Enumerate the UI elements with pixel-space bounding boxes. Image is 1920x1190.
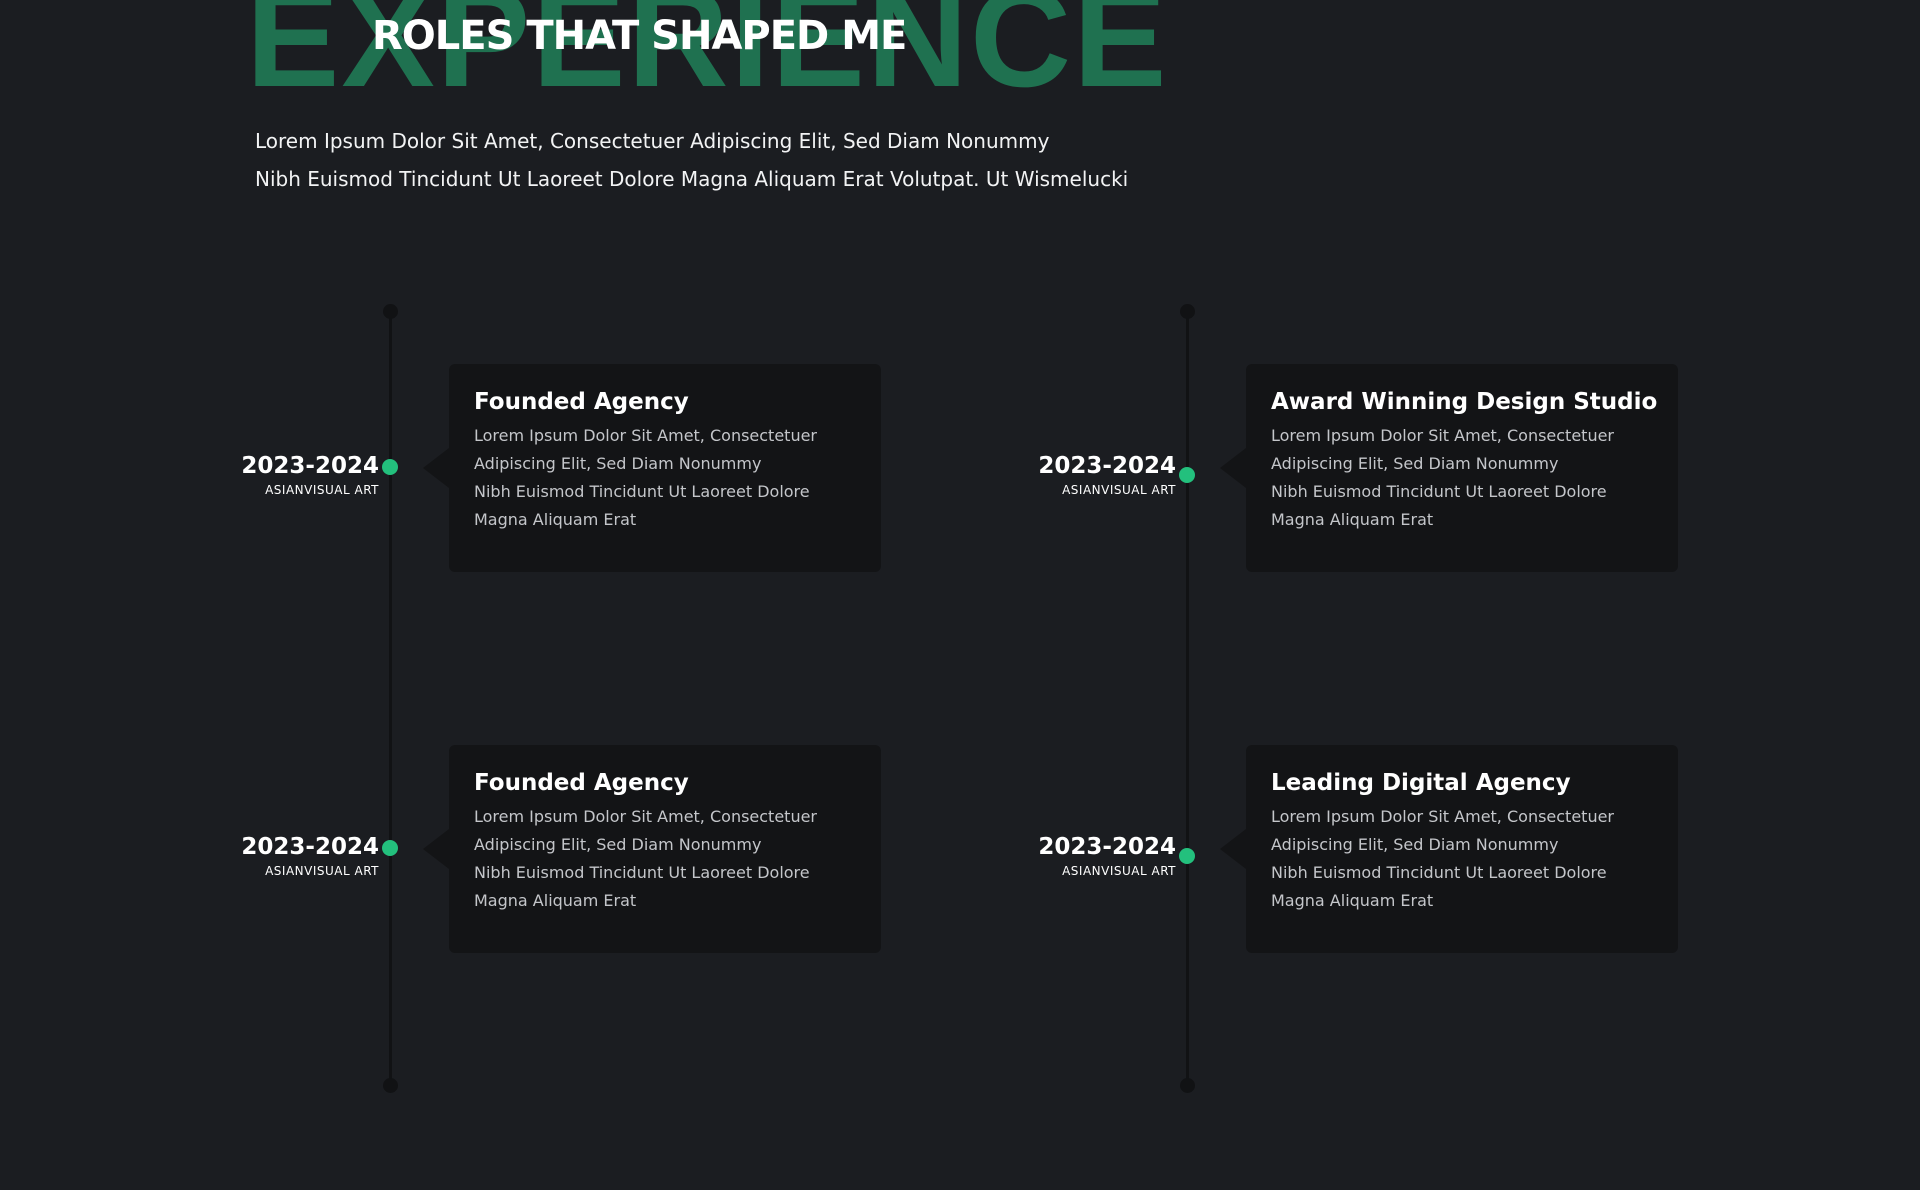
card-description-line: Magna Aliquam Erat bbox=[1271, 510, 1434, 529]
intro-paragraph: Lorem Ipsum Dolor Sit Amet, Consectetuer… bbox=[255, 122, 1355, 198]
entry-date: 2023-2024 ASIANVISUAL ART bbox=[241, 833, 379, 879]
entry-company: ASIANVISUAL ART bbox=[265, 483, 379, 497]
timeline-left: 2023-2024 ASIANVISUAL ART Founded Agency… bbox=[0, 302, 881, 1093]
timeline-right: 2023-2024 ASIANVISUAL ART Award Winning … bbox=[797, 302, 1678, 1093]
card-description-line: Nibh Euismod Tincidunt Ut Laoreet Dolore bbox=[1271, 863, 1607, 882]
experience-card: Leading Digital Agency Lorem Ipsum Dolor… bbox=[1220, 745, 1678, 953]
card-description-line: Magna Aliquam Erat bbox=[1271, 891, 1434, 910]
timeline-dot bbox=[382, 840, 398, 856]
entry-date: 2023-2024 ASIANVISUAL ART bbox=[1038, 452, 1176, 498]
timeline-axis-start bbox=[383, 304, 398, 319]
card-description-line: Adipiscing Elit, Sed Diam Nonummy bbox=[1271, 454, 1559, 473]
card-description: Lorem Ipsum Dolor Sit Amet, Consectetuer… bbox=[1271, 803, 1654, 915]
experience-card: Award Winning Design Studio Lorem Ipsum … bbox=[1220, 364, 1678, 572]
intro-line: Lorem Ipsum Dolor Sit Amet, Consectetuer… bbox=[255, 129, 1050, 153]
card-title: Award Winning Design Studio bbox=[1271, 389, 1658, 415]
timeline-entry: 2023-2024 ASIANVISUAL ART Founded Agency… bbox=[0, 364, 881, 572]
card-description: Lorem Ipsum Dolor Sit Amet, Consectetuer… bbox=[1271, 422, 1654, 534]
timeline-axis-end bbox=[383, 1078, 398, 1093]
entry-company: ASIANVISUAL ART bbox=[265, 864, 379, 878]
card-description-line: Lorem Ipsum Dolor Sit Amet, Consectetuer bbox=[1271, 426, 1615, 445]
card-description-line: Lorem Ipsum Dolor Sit Amet, Consectetuer bbox=[1271, 807, 1615, 826]
timeline-dot bbox=[1179, 467, 1195, 483]
timeline-entry: 2023-2024 ASIANVISUAL ART Award Winning … bbox=[797, 364, 1678, 572]
card-title: Leading Digital Agency bbox=[1271, 770, 1571, 796]
timeline-axis-start bbox=[1180, 304, 1195, 319]
experience-section: EXPERIENCE ROLES THAT SHAPED ME Lorem Ip… bbox=[0, 0, 1920, 1190]
entry-year: 2023-2024 bbox=[241, 834, 379, 860]
entry-year: 2023-2024 bbox=[1038, 453, 1176, 479]
timeline-axis-end bbox=[1180, 1078, 1195, 1093]
section-title: ROLES THAT SHAPED ME bbox=[372, 13, 907, 59]
entry-date: 2023-2024 ASIANVISUAL ART bbox=[1038, 833, 1176, 879]
entry-company: ASIANVISUAL ART bbox=[1062, 864, 1176, 878]
entry-company: ASIANVISUAL ART bbox=[1062, 483, 1176, 497]
timeline-dot bbox=[1179, 848, 1195, 864]
entry-year: 2023-2024 bbox=[1038, 834, 1176, 860]
timeline-entry: 2023-2024 ASIANVISUAL ART Founded Agency… bbox=[0, 745, 881, 953]
entry-date: 2023-2024 ASIANVISUAL ART bbox=[241, 452, 379, 498]
card-description-line: Adipiscing Elit, Sed Diam Nonummy bbox=[1271, 835, 1559, 854]
timeline-entry: 2023-2024 ASIANVISUAL ART Leading Digita… bbox=[797, 745, 1678, 953]
intro-line: Nibh Euismod Tincidunt Ut Laoreet Dolore… bbox=[255, 167, 1129, 191]
entry-year: 2023-2024 bbox=[241, 453, 379, 479]
timeline-dot bbox=[382, 459, 398, 475]
card-description-line: Nibh Euismod Tincidunt Ut Laoreet Dolore bbox=[1271, 482, 1607, 501]
